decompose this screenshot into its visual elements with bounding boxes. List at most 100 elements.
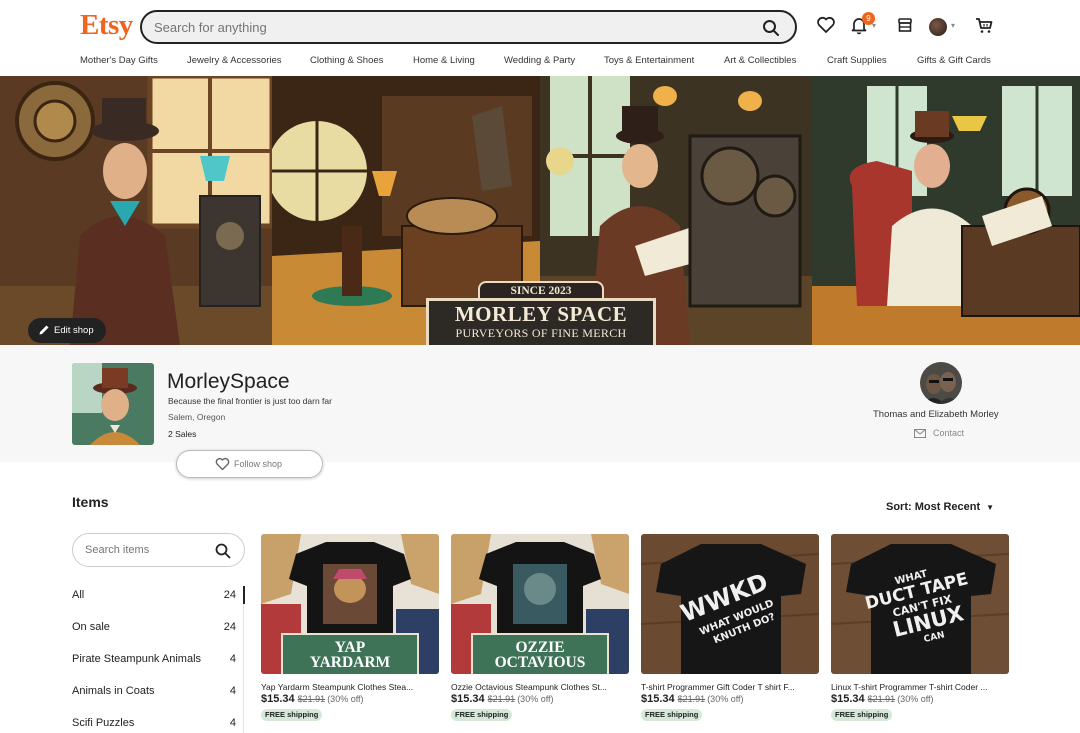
nav-item[interactable]: Art & Collectibles xyxy=(724,55,796,66)
section-label: Animals in Coats xyxy=(72,685,155,697)
search-input[interactable] xyxy=(154,17,744,37)
items-heading: Items xyxy=(72,494,109,510)
listing-image[interactable]: OZZIE OCTAVIOUS xyxy=(451,534,629,674)
sign-main: MORLEY SPACE PURVEYORS OF FINE MERCH xyxy=(426,298,656,345)
shop-tagline: Because the final frontier is just too d… xyxy=(168,396,332,406)
caret-down-icon: ▼ xyxy=(986,503,995,512)
section-count: 4 xyxy=(229,717,236,729)
sort-dropdown[interactable]: Sort: Most Recent ▼ xyxy=(886,501,994,513)
section-label: Pirate Steampunk Animals xyxy=(72,653,202,665)
discount: (30% off) xyxy=(707,694,744,704)
listing-card[interactable]: YAP YARDARM Yap Yardarm Steampunk Clothe… xyxy=(261,534,439,733)
items-search-input[interactable] xyxy=(85,542,205,558)
items-search-bar[interactable] xyxy=(72,533,245,567)
discount: (30% off) xyxy=(517,694,554,704)
section-label: Scifi Puzzles xyxy=(72,717,135,729)
shop-sales[interactable]: 2 Sales xyxy=(168,429,196,439)
free-shipping-badge: FREE shipping xyxy=(451,709,513,721)
sale-price: $15.34 xyxy=(831,693,865,705)
etsy-logo[interactable]: Etsy xyxy=(80,9,133,42)
sign-title: MORLEY SPACE xyxy=(454,302,628,326)
listing-price: $15.34 $21.91 (30% off) xyxy=(261,693,364,705)
listing-title[interactable]: Linux T-shirt Programmer T-shirt Coder .… xyxy=(831,682,1009,692)
owner-avatar[interactable] xyxy=(920,362,962,404)
contact-label: Contact xyxy=(933,428,965,438)
nav-item[interactable]: Mother's Day Gifts xyxy=(80,55,158,66)
contact-link[interactable]: Contact xyxy=(914,428,964,438)
listing-card[interactable]: WWKD WHAT WOULD KNUTH DO? T-shirt Progra… xyxy=(641,534,819,733)
section-item-all[interactable]: All 24 xyxy=(72,589,242,605)
free-shipping-badge: FREE shipping xyxy=(641,709,703,721)
listing-image-label: OZZIE OCTAVIOUS xyxy=(471,633,609,674)
original-price: $21.91 xyxy=(297,694,326,704)
mail-icon xyxy=(914,429,926,438)
sign-since: SINCE 2023 xyxy=(478,281,604,299)
nav-item[interactable]: Craft Supplies xyxy=(827,55,887,66)
owner-name[interactable]: Thomas and Elizabeth Morley xyxy=(873,409,999,420)
shop-avatar xyxy=(72,363,154,445)
divider xyxy=(243,604,244,733)
section-count: 24 xyxy=(223,589,236,601)
sort-label: Sort: Most Recent xyxy=(886,501,981,513)
section-item-scifi-puzzles[interactable]: Scifi Puzzles 4 xyxy=(72,717,242,733)
follow-shop-button[interactable]: Follow shop xyxy=(176,450,323,478)
section-count: 4 xyxy=(229,685,236,697)
nav-item[interactable]: Gifts & Gift Cards xyxy=(917,55,991,66)
listing-image[interactable]: WHAT DUCT TAPE CAN'T FIX LINUX CAN xyxy=(831,534,1009,674)
section-count: 24 xyxy=(223,621,236,633)
original-price: $21.91 xyxy=(487,694,516,704)
nav-item[interactable]: Clothing & Shoes xyxy=(310,55,383,66)
listing-title[interactable]: Ozzie Octavious Steampunk Clothes St... xyxy=(451,682,629,692)
listing-card[interactable]: OZZIE OCTAVIOUS Ozzie Octavious Steampun… xyxy=(451,534,629,733)
label-line: OZZIE xyxy=(515,639,565,656)
nav-item[interactable]: Home & Living xyxy=(413,55,475,66)
nav-item[interactable]: Jewelry & Accessories xyxy=(187,55,282,66)
shop-info-panel xyxy=(0,345,1080,462)
edit-shop-button[interactable]: Edit shop xyxy=(28,318,106,343)
sale-price: $15.34 xyxy=(261,693,295,705)
nav-item[interactable]: Wedding & Party xyxy=(504,55,575,66)
discount: (30% off) xyxy=(897,694,934,704)
chevron-down-icon: ▾ xyxy=(872,21,877,30)
search-icon[interactable] xyxy=(761,18,781,38)
selected-indicator xyxy=(243,586,245,604)
sale-price: $15.34 xyxy=(641,693,675,705)
listing-title[interactable]: T-shirt Programmer Gift Coder T shirt F.… xyxy=(641,682,819,692)
listing-card[interactable]: WHAT DUCT TAPE CAN'T FIX LINUX CAN Linux… xyxy=(831,534,1009,733)
banner-illustration-1 xyxy=(0,76,272,345)
sign-subtitle: PURVEYORS OF FINE MERCH xyxy=(455,326,627,340)
free-shipping-badge: FREE shipping xyxy=(831,709,893,721)
original-price: $21.91 xyxy=(677,694,706,704)
category-nav: Mother's Day Gifts Jewelry & Accessories… xyxy=(0,55,1080,69)
nav-item[interactable]: Toys & Entertainment xyxy=(604,55,694,66)
section-item-on-sale[interactable]: On sale 24 xyxy=(72,621,242,637)
cart-icon[interactable] xyxy=(973,14,995,36)
shop-location: Salem, Oregon xyxy=(168,412,226,422)
listing-image[interactable]: WWKD WHAT WOULD KNUTH DO? xyxy=(641,534,819,674)
avatar[interactable] xyxy=(929,18,947,36)
shop-name: MorleySpace xyxy=(167,370,290,393)
pencil-icon xyxy=(39,325,49,335)
search-icon[interactable] xyxy=(214,542,232,560)
shop-sign: SINCE 2023 MORLEY SPACE PURVEYORS OF FIN… xyxy=(426,281,656,345)
discount: (30% off) xyxy=(327,694,364,704)
section-item-animals-in-coats[interactable]: Animals in Coats 4 xyxy=(72,685,242,701)
listing-price: $15.34 $21.91 (30% off) xyxy=(831,693,934,705)
listing-image-label: YAP YARDARM xyxy=(281,633,419,674)
listing-image[interactable]: YAP YARDARM xyxy=(261,534,439,674)
shop-icon[interactable] xyxy=(894,14,916,36)
heart-icon[interactable] xyxy=(815,14,837,36)
section-label: All xyxy=(72,589,85,601)
label-line: OCTAVIOUS xyxy=(494,654,586,671)
label-line: YARDARM xyxy=(309,654,391,671)
section-item-pirate-steampunk-animals[interactable]: Pirate Steampunk Animals 4 xyxy=(72,653,242,669)
chevron-down-icon[interactable]: ▾ xyxy=(951,21,955,30)
section-label: On sale xyxy=(72,621,110,633)
listing-title[interactable]: Yap Yardarm Steampunk Clothes Stea... xyxy=(261,682,439,692)
sale-price: $15.34 xyxy=(451,693,485,705)
heart-icon xyxy=(215,457,230,471)
listing-price: $15.34 $21.91 (30% off) xyxy=(451,693,554,705)
listing-price: $15.34 $21.91 (30% off) xyxy=(641,693,744,705)
search-bar[interactable] xyxy=(140,10,797,44)
banner-illustration-4 xyxy=(812,76,1080,345)
